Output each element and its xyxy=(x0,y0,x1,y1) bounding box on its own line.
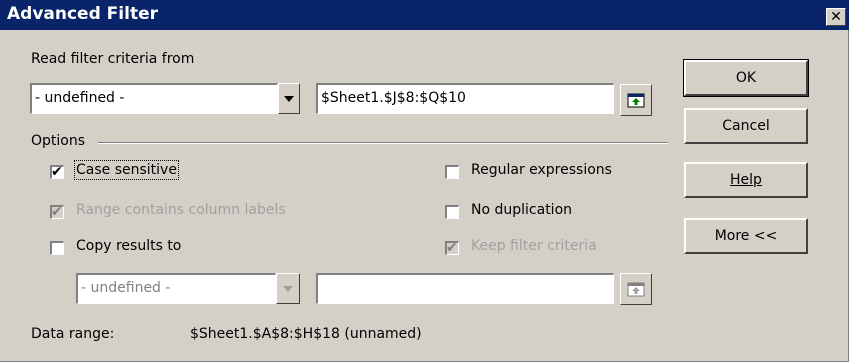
check-icon: ✔ xyxy=(446,240,458,256)
help-button[interactable]: Help xyxy=(684,162,808,198)
criteria-dropdown-button[interactable] xyxy=(278,83,300,114)
criteria-dropdown[interactable]: - undefined - xyxy=(30,83,278,114)
no-duplication-label[interactable]: No duplication xyxy=(471,202,572,218)
copy-results-range-input[interactable] xyxy=(316,273,614,304)
copy-results-checkbox[interactable] xyxy=(50,241,64,255)
range-contains-labels-checkbox[interactable]: ✔ xyxy=(50,204,64,220)
options-label: Options xyxy=(31,133,86,149)
shrink-icon xyxy=(627,282,645,297)
chevron-down-icon xyxy=(284,95,294,102)
criteria-range-input[interactable]: $Sheet1.$J$8:$Q$10 xyxy=(316,83,614,114)
title-bar[interactable]: Advanced Filter ✕ xyxy=(0,0,849,30)
more-button[interactable]: More << xyxy=(684,218,808,254)
copy-results-shrink-button[interactable] xyxy=(620,273,652,305)
case-sensitive-checkbox[interactable]: ✔ xyxy=(50,164,64,180)
window-title: Advanced Filter xyxy=(7,4,158,24)
data-range-value: $Sheet1.$A$8:$H$18 (unnamed) xyxy=(190,326,422,342)
copy-results-dropdown-value: - undefined - xyxy=(81,280,171,296)
range-contains-labels-label[interactable]: Range contains column labels xyxy=(76,202,286,218)
regular-expressions-checkbox[interactable] xyxy=(445,165,459,179)
case-sensitive-label[interactable]: Case sensitive xyxy=(74,160,179,180)
check-icon: ✔ xyxy=(51,164,63,180)
ok-button[interactable]: OK xyxy=(683,59,809,97)
chevron-down-icon xyxy=(283,285,293,292)
criteria-shrink-button[interactable] xyxy=(620,84,652,116)
criteria-label: Read filter criteria from xyxy=(31,51,195,67)
keep-filter-criteria-label[interactable]: Keep filter criteria xyxy=(471,238,597,254)
close-button[interactable]: ✕ xyxy=(826,8,846,26)
cancel-button[interactable]: Cancel xyxy=(684,108,808,144)
copy-results-label[interactable]: Copy results to xyxy=(76,238,181,254)
criteria-range-value: $Sheet1.$J$8:$Q$10 xyxy=(321,90,466,106)
options-separator xyxy=(98,142,668,144)
regular-expressions-label[interactable]: Regular expressions xyxy=(471,162,612,178)
keep-filter-criteria-checkbox[interactable]: ✔ xyxy=(445,240,459,256)
check-icon: ✔ xyxy=(51,204,63,220)
help-button-label: Help xyxy=(730,172,762,188)
no-duplication-checkbox[interactable] xyxy=(445,205,459,219)
criteria-dropdown-value: - undefined - xyxy=(35,90,125,106)
copy-results-dropdown[interactable]: - undefined - xyxy=(76,273,276,304)
data-range-label: Data range: xyxy=(31,326,115,342)
copy-results-dropdown-button[interactable] xyxy=(276,273,300,304)
shrink-icon xyxy=(627,93,645,108)
advanced-filter-dialog: Advanced Filter ✕ Read filter criteria f… xyxy=(0,0,849,362)
